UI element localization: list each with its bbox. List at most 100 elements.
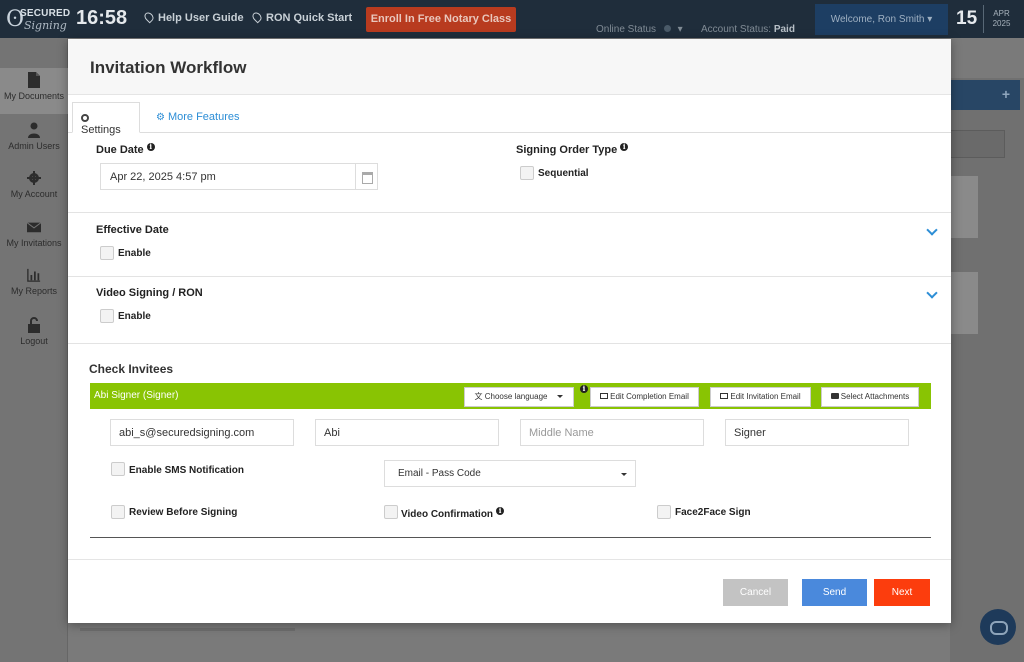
online-status-label: Online Status: [596, 24, 657, 35]
tab-settings[interactable]: Settings: [72, 102, 140, 136]
background-document-icon: [950, 176, 978, 238]
sidebar-item-label: Admin Users: [8, 141, 60, 151]
first-name-field[interactable]: Abi: [315, 419, 499, 446]
effective-date-enable-label: Enable: [118, 248, 151, 259]
sidebar-item-logout[interactable]: Logout: [0, 313, 68, 359]
info-icon[interactable]: i: [146, 143, 155, 151]
select-attachments-label: Select Attachments: [840, 392, 910, 401]
welcome-text: Welcome, Ron Smith: [830, 14, 925, 25]
folder-icon: [830, 393, 839, 399]
status-dot-icon: [663, 25, 671, 32]
choose-language-label: Choose language: [484, 392, 548, 401]
sequential-checkbox[interactable]: [520, 166, 534, 180]
gear-icon: [27, 171, 41, 185]
review-before-signing-checkbox[interactable]: [111, 505, 125, 519]
help-link-label: Help User Guide: [158, 12, 244, 24]
sidebar-item-my-account[interactable]: My Account: [0, 166, 68, 212]
email-field[interactable]: abi_s@securedsigning.com: [110, 419, 294, 446]
sidebar-item-my-reports[interactable]: My Reports: [0, 263, 68, 309]
envelope-icon: [720, 393, 729, 399]
chat-icon[interactable]: [980, 609, 1016, 645]
date-year: 2025: [992, 19, 1011, 28]
map-pin-icon: [250, 10, 264, 24]
edit-completion-email-label: Edit Completion Email: [610, 392, 689, 401]
due-date-label: Due Date i: [96, 143, 155, 156]
edit-invitation-email-label: Edit Invitation Email: [730, 392, 801, 401]
info-icon[interactable]: i: [620, 143, 629, 151]
effective-date-enable-checkbox[interactable]: [100, 246, 114, 260]
cancel-button[interactable]: Cancel: [723, 579, 788, 606]
check-invitees-title: Check Invitees: [89, 362, 174, 376]
sidebar-item-label: Logout: [20, 336, 48, 346]
select-attachments-button[interactable]: Select Attachments: [821, 387, 919, 407]
gear-icon: [81, 114, 89, 122]
ron-link-label: RON Quick Start: [266, 12, 353, 24]
document-icon: [28, 72, 40, 88]
user-menu-button[interactable]: Welcome, Ron Smith ▾: [815, 4, 948, 35]
secured-signing-logo[interactable]: ʘ SECURED Signing: [4, 5, 70, 33]
enroll-notary-class-button[interactable]: Enroll In Free Notary Class: [366, 7, 516, 32]
modal-title: Invitation Workflow: [90, 58, 247, 77]
map-pin-icon: [142, 10, 156, 24]
edit-invitation-email-button[interactable]: Edit Invitation Email: [710, 387, 811, 407]
sidebar-item-label: My Invitations: [6, 238, 62, 248]
account-status: Account Status: Paid: [701, 24, 795, 35]
due-date-input[interactable]: Apr 22, 2025 4:57 pm: [100, 163, 378, 190]
video-signing-enable-checkbox[interactable]: [100, 309, 114, 323]
last-name-field[interactable]: Signer: [725, 419, 909, 446]
caret-down-icon: [557, 395, 564, 398]
signer-header: Abi Signer (Signer) 文 Choose language i …: [90, 383, 931, 409]
clock: 16:58: [76, 7, 128, 29]
calendar-icon[interactable]: [355, 164, 377, 189]
authentication-method-select[interactable]: Email - Pass Code: [384, 460, 636, 487]
tab-more-features[interactable]: ⚙ More Features: [144, 102, 248, 133]
translate-icon: 文: [474, 392, 483, 401]
next-button[interactable]: Next: [874, 579, 930, 606]
ron-quick-start-link[interactable]: RON Quick Start: [250, 10, 353, 24]
background-content: [950, 78, 1024, 662]
info-icon[interactable]: i: [580, 385, 588, 393]
sequential-label: Sequential: [538, 168, 589, 179]
tab-bar: Settings ⚙ More Features: [68, 102, 951, 136]
tab-label: More Features: [167, 111, 240, 123]
sidebar-item-my-documents[interactable]: My Documents: [0, 68, 68, 114]
chevron-down-icon: ▾: [677, 24, 683, 35]
help-user-guide-link[interactable]: Help User Guide: [142, 10, 244, 24]
video-confirmation-label-text: Video Confirmation: [401, 509, 494, 520]
envelope-icon: [27, 222, 41, 233]
video-confirmation-label: Video Confirmation i: [401, 507, 505, 520]
face2face-sign-checkbox[interactable]: [657, 505, 671, 519]
due-date-label-text: Due Date: [96, 144, 144, 156]
signer-name: Abi Signer (Signer): [94, 390, 179, 401]
user-icon: [28, 122, 40, 138]
enable-sms-label: Enable SMS Notification: [129, 465, 245, 476]
chevron-down-icon: ▾: [924, 14, 933, 25]
info-icon[interactable]: i: [496, 507, 505, 515]
send-button[interactable]: Send: [802, 579, 867, 606]
signing-order-type-label: Signing Order Type i: [516, 143, 629, 156]
online-status[interactable]: Online Status ▾: [596, 24, 683, 35]
background-panel: [950, 130, 1005, 158]
plus-icon: +: [1001, 86, 1010, 102]
invitation-workflow-modal: Invitation Workflow Settings ⚙ More Featu…: [68, 39, 951, 623]
video-signing-label: Video Signing / RON: [96, 287, 203, 299]
effective-date-section: [68, 213, 951, 277]
sidebar-item-my-invitations[interactable]: My Invitations: [0, 215, 68, 261]
enable-sms-checkbox[interactable]: [111, 462, 125, 476]
logo-subtext: Signing: [24, 19, 67, 32]
sidebar-item-label: My Account: [10, 189, 58, 199]
sidebar-item-admin-users[interactable]: Admin Users: [0, 118, 68, 164]
edit-completion-email-button[interactable]: Edit Completion Email: [590, 387, 699, 407]
background-toolbar: +: [950, 80, 1020, 110]
modal-footer: Cancel Send Next: [68, 559, 951, 623]
due-date-value: Apr 22, 2025 4:57 pm: [110, 171, 216, 183]
video-confirmation-checkbox[interactable]: [384, 505, 398, 519]
logo-text: SECURED: [20, 8, 71, 19]
sidebar-item-label: My Reports: [10, 286, 57, 296]
background-divider: [80, 628, 295, 631]
choose-language-dropdown[interactable]: 文 Choose language: [464, 387, 574, 407]
bar-chart-icon: [27, 268, 41, 282]
middle-name-field[interactable]: Middle Name: [520, 419, 704, 446]
caret-down-icon: [621, 473, 627, 476]
modal-header: Invitation Workflow: [68, 39, 951, 95]
